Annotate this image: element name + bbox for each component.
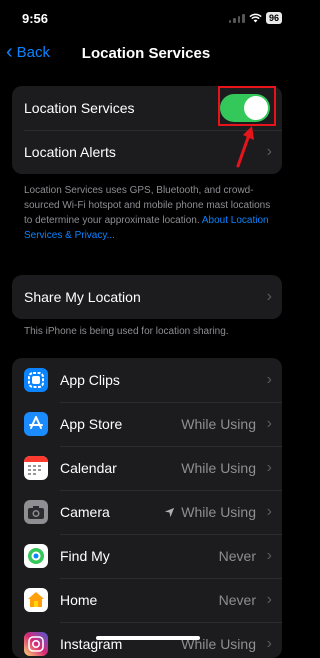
app-name: Calendar <box>60 460 117 476</box>
location-arrow-icon <box>165 507 175 517</box>
permission-value: While Using <box>181 460 256 476</box>
home-icon <box>24 588 48 612</box>
app-clips-icon <box>24 368 48 392</box>
home-indicator[interactable] <box>96 636 200 640</box>
app-name: Home <box>60 592 98 608</box>
app-name: Camera <box>60 504 110 520</box>
app-row-find-my[interactable]: Find My Never › <box>12 534 282 578</box>
chevron-right-icon: › <box>266 143 272 160</box>
chevron-right-icon: › <box>266 371 272 388</box>
app-row-app-clips[interactable]: App Clips › <box>12 358 282 402</box>
app-row-instagram[interactable]: Instagram While Using › <box>12 622 282 658</box>
app-name: App Clips <box>60 372 120 388</box>
calendar-icon <box>24 456 48 480</box>
sharing-note: This iPhone is being used for location s… <box>24 326 229 337</box>
status-bar: 9:56 96 <box>0 0 292 36</box>
status-icons: 96 <box>228 12 282 24</box>
navigation-bar: ‹ Back Location Services <box>0 38 292 68</box>
page-title: Location Services <box>81 45 211 62</box>
permission-value: While Using <box>181 416 256 432</box>
chevron-right-icon: › <box>266 415 272 432</box>
app-row-camera[interactable]: Camera While Using › <box>12 490 282 534</box>
apps-group: App Clips › App Store While Using › Cale… <box>12 358 282 658</box>
permission-value: Never <box>218 548 256 564</box>
annotation-highlight-box <box>218 86 276 126</box>
chevron-right-icon: › <box>266 503 272 520</box>
camera-icon <box>24 500 48 524</box>
share-my-location-label: Share My Location <box>24 289 141 305</box>
share-my-location-row[interactable]: Share My Location › <box>12 275 282 319</box>
permission-value-with-arrow: While Using <box>164 504 256 520</box>
chevron-right-icon: › <box>266 635 272 652</box>
app-name: Find My <box>60 548 110 564</box>
wifi-icon <box>249 13 262 23</box>
signal-icon <box>228 13 245 23</box>
battery-indicator: 96 <box>265 12 282 24</box>
location-services-description: Location Services uses GPS, Bluetooth, a… <box>24 183 274 243</box>
status-time: 9:56 <box>22 11 49 26</box>
chevron-right-icon: › <box>266 288 272 305</box>
chevron-right-icon: › <box>266 547 272 564</box>
find-my-icon <box>24 544 48 568</box>
app-store-icon <box>24 412 48 436</box>
permission-value: While Using <box>181 504 256 520</box>
chevron-right-icon: › <box>266 459 272 476</box>
permission-value: Never <box>218 592 256 608</box>
app-name: App Store <box>60 416 123 432</box>
instagram-icon <box>24 632 48 656</box>
annotation-arrow-icon <box>236 126 254 168</box>
chevron-right-icon: › <box>266 591 272 608</box>
share-location-group: Share My Location › <box>12 275 282 319</box>
location-alerts-label: Location Alerts <box>24 144 116 160</box>
app-row-home[interactable]: Home Never › <box>12 578 282 622</box>
app-row-app-store[interactable]: App Store While Using › <box>12 402 282 446</box>
app-row-calendar[interactable]: Calendar While Using › <box>12 446 282 490</box>
location-services-label: Location Services <box>24 100 135 116</box>
